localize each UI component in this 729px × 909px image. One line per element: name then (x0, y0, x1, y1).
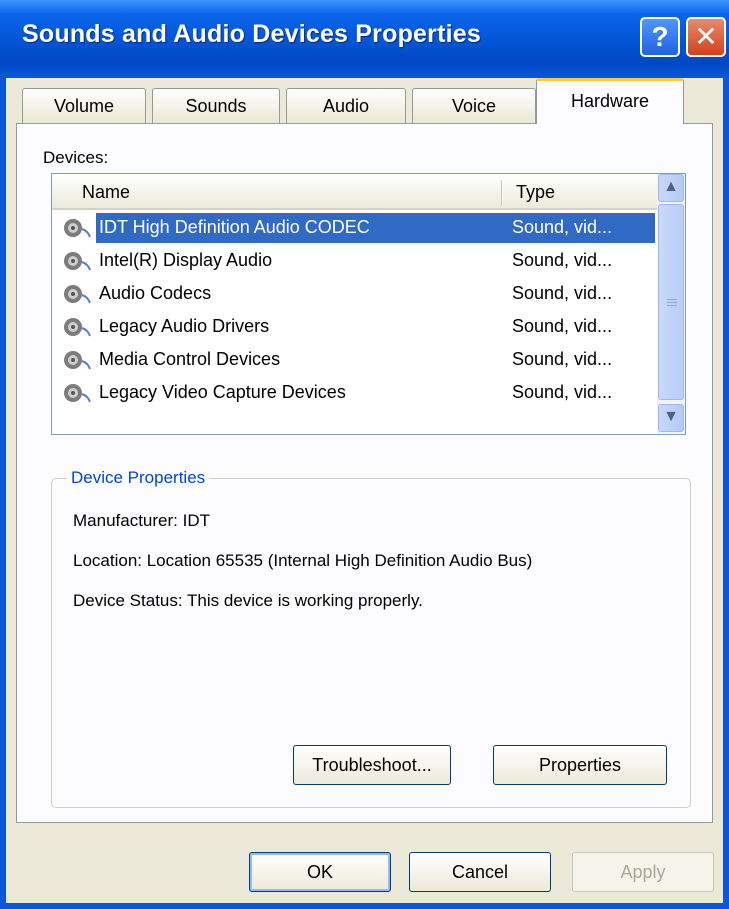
device-name: Media Control Devices (99, 349, 281, 369)
device-name: Intel(R) Display Audio (99, 250, 273, 270)
list-header: Name Type (52, 174, 657, 210)
device-properties-title: Device Properties (67, 468, 210, 488)
tab-volume[interactable]: Volume (22, 88, 146, 124)
device-row[interactable]: IDT High Definition Audio CODEC Sound, v… (56, 211, 655, 244)
tab-hardware[interactable]: Hardware (536, 78, 684, 124)
speaker-icon (64, 351, 91, 370)
device-name: IDT High Definition Audio CODEC (99, 217, 370, 237)
tab-voice[interactable]: Voice (412, 88, 536, 124)
speaker-icon (64, 318, 91, 337)
device-row[interactable]: Audio Codecs Sound, vid... (56, 277, 655, 310)
vertical-scrollbar[interactable]: ▲ ▼ (657, 174, 685, 434)
cancel-button[interactable]: Cancel (409, 852, 551, 892)
device-row[interactable]: Legacy Video Capture Devices Sound, vid.… (56, 376, 655, 409)
device-type: Sound, vid... (512, 382, 613, 402)
window-title: Sounds and Audio Devices Properties (22, 20, 481, 48)
device-type: Sound, vid... (512, 283, 613, 303)
device-row[interactable]: Legacy Audio Drivers Sound, vid... (56, 310, 655, 343)
dialog-window: Sounds and Audio Devices Properties ? ✕ … (0, 0, 729, 909)
scroll-down-button[interactable]: ▼ (658, 404, 684, 432)
device-name: Legacy Audio Drivers (99, 316, 270, 336)
column-separator[interactable] (501, 180, 503, 206)
device-row[interactable]: Media Control Devices Sound, vid... (56, 343, 655, 376)
speaker-icon (64, 384, 91, 403)
speaker-icon (64, 219, 91, 238)
column-name-header[interactable]: Name (82, 174, 130, 210)
speaker-icon (64, 285, 91, 304)
properties-button[interactable]: Properties (493, 745, 667, 785)
close-button[interactable]: ✕ (686, 17, 726, 57)
apply-button[interactable]: Apply (572, 852, 714, 892)
manufacturer-text: Manufacturer: IDT (73, 511, 210, 530)
device-name: Legacy Video Capture Devices (99, 382, 346, 402)
device-type: Sound, vid... (512, 316, 613, 336)
help-button[interactable]: ? (640, 17, 680, 57)
device-name: Audio Codecs (99, 283, 212, 303)
speaker-icon (64, 252, 91, 271)
device-status-text: Device Status: This device is working pr… (73, 591, 423, 610)
dialog-body: Volume Sounds Audio Voice Hardware Devic… (6, 78, 723, 903)
devices-list[interactable]: Name Type IDT High Definition Audio CODE… (51, 173, 686, 435)
location-text: Location: Location 65535 (Internal High … (73, 551, 533, 570)
device-type: Sound, vid... (512, 349, 613, 369)
tab-sounds[interactable]: Sounds (152, 88, 280, 124)
thumb-grip (667, 299, 677, 300)
hardware-tab-panel: Devices: Name Type IDT High Definition A… (16, 123, 713, 823)
device-type: Sound, vid... (512, 217, 613, 237)
device-type: Sound, vid... (512, 250, 613, 270)
tab-audio[interactable]: Audio (286, 88, 406, 124)
devices-label: Devices: (43, 148, 109, 167)
ok-button[interactable]: OK (249, 852, 391, 892)
troubleshoot-button[interactable]: Troubleshoot... (293, 745, 451, 785)
thumb-grip (667, 302, 677, 303)
scroll-up-button[interactable]: ▲ (658, 174, 684, 202)
title-bar[interactable]: Sounds and Audio Devices Properties ? ✕ (0, 0, 729, 78)
thumb-grip (667, 305, 677, 306)
device-row[interactable]: Intel(R) Display Audio Sound, vid... (56, 244, 655, 277)
scroll-thumb[interactable] (658, 204, 684, 400)
column-type-header[interactable]: Type (516, 174, 555, 210)
